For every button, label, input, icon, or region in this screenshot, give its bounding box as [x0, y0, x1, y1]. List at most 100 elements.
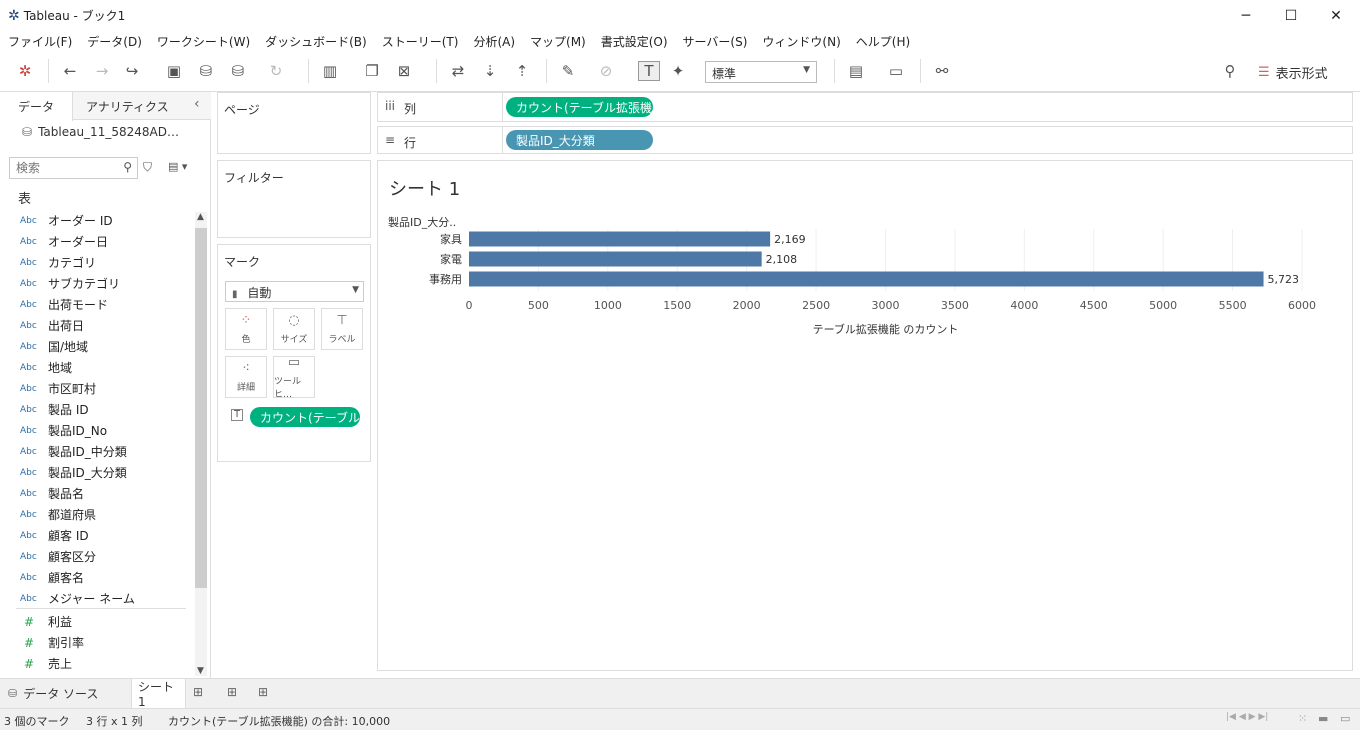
sort-ascending-icon[interactable]: ⇣: [480, 61, 500, 81]
tableau-home-icon[interactable]: ✲: [15, 61, 35, 81]
dimension-field[interactable]: Abc 製品ID_No: [20, 420, 107, 441]
undo-icon[interactable]: ←: [60, 61, 80, 81]
tooltip-button[interactable]: ▭ ツールヒ…: [273, 355, 315, 400]
view-options-icon[interactable]: ▤ ▾: [168, 160, 187, 173]
columns-pill[interactable]: カウント(テーブル拡張機..: [506, 97, 653, 117]
refresh-icon[interactable]: ↻: [266, 61, 286, 81]
dimension-field[interactable]: Abc メジャー ネーム: [20, 588, 135, 609]
dimension-field[interactable]: Abc オーダー日: [20, 231, 108, 252]
new-worksheet-tab-icon[interactable]: ⊞: [193, 685, 203, 699]
new-dashboard-tab-icon[interactable]: ⊞: [227, 685, 237, 699]
dimension-field[interactable]: Abc 市区町村: [20, 378, 96, 399]
menu-server[interactable]: サーバー(S): [683, 33, 748, 50]
dimension-field[interactable]: Abc サブカテゴリ: [20, 273, 120, 294]
maximize-button[interactable]: ☐: [1268, 0, 1314, 31]
collapse-pane-icon[interactable]: ‹: [194, 96, 200, 112]
label-button[interactable]: ⊤ ラベル: [321, 308, 363, 350]
columns-icon: iii: [385, 99, 396, 113]
dimension-field[interactable]: Abc 地域: [20, 357, 72, 378]
menu-dashboard[interactable]: ダッシュボード(B): [265, 33, 367, 50]
filmstrip-icon[interactable]: ▬: [1318, 712, 1328, 725]
dimension-field[interactable]: Abc 顧客名: [20, 567, 84, 588]
dimension-field[interactable]: Abc 製品ID_大分類: [20, 462, 127, 483]
menu-data[interactable]: データ(D): [87, 33, 142, 50]
dimension-field[interactable]: Abc 製品 ID: [20, 399, 89, 420]
detail-button[interactable]: ⁖ 詳細: [225, 356, 267, 398]
save-icon[interactable]: ▣: [164, 61, 184, 81]
duplicate-sheet-icon[interactable]: ❐: [362, 61, 382, 81]
dimension-field[interactable]: Abc 製品名: [20, 483, 84, 504]
mark-type-select[interactable]: ▮ 自動 ▼: [225, 281, 364, 302]
redo-icon[interactable]: →: [92, 61, 112, 81]
binoculars-icon[interactable]: ⚲: [1220, 61, 1240, 81]
color-icon: ⁘: [240, 313, 252, 328]
dimension-field[interactable]: Abc 顧客 ID: [20, 525, 89, 546]
filter-icon[interactable]: ⛉: [143, 160, 152, 175]
tab-datasource[interactable]: ⛁ データ ソース: [0, 679, 131, 708]
new-worksheet-icon[interactable]: ▥: [320, 61, 340, 81]
measure-field[interactable]: # 利益: [20, 611, 72, 632]
fit-select[interactable]: 標準 ▼: [705, 61, 817, 83]
show-me-button[interactable]: ☰ 表示形式: [1258, 63, 1328, 82]
close-button[interactable]: ✕: [1313, 0, 1359, 31]
menu-file[interactable]: ファイル(F): [8, 33, 72, 50]
menu-map[interactable]: マップ(M): [530, 33, 586, 50]
share-icon[interactable]: ⚯: [932, 61, 952, 81]
swap-rows-columns-icon[interactable]: ⇄: [448, 61, 468, 81]
measure-field[interactable]: # 売上: [20, 653, 72, 674]
pause-update-icon[interactable]: ⛁: [228, 61, 248, 81]
filters-shelf[interactable]: フィルター: [217, 160, 371, 238]
dimension-field[interactable]: Abc 出荷日: [20, 315, 84, 336]
show-labels-icon[interactable]: T: [638, 61, 660, 81]
datasource-item[interactable]: ⛁ Tableau_11_58248AD…: [22, 125, 179, 139]
pages-shelf[interactable]: ページ: [217, 92, 371, 154]
field-scrollbar[interactable]: ▲ ▼: [195, 212, 207, 676]
field-label: 利益: [48, 615, 73, 629]
menu-help[interactable]: ヘルプ(H): [856, 33, 910, 50]
new-story-tab-icon[interactable]: ⊞: [258, 685, 268, 699]
string-type-icon: Abc: [20, 593, 37, 604]
color-button[interactable]: ⁘ 色: [225, 308, 267, 350]
menu-window[interactable]: ウィンドウ(N): [762, 33, 840, 50]
minimize-button[interactable]: ─: [1223, 0, 1269, 31]
x-tick-label: 2500: [802, 299, 830, 312]
presentation-mode-icon[interactable]: ▭: [886, 61, 906, 81]
tabs-view-icon[interactable]: ▭: [1340, 712, 1350, 725]
dimension-field[interactable]: Abc 国/地域: [20, 336, 88, 357]
measure-field[interactable]: # 割引率: [20, 632, 84, 653]
dimension-field[interactable]: Abc 都道府県: [20, 504, 96, 525]
search-field[interactable]: ⚲: [9, 157, 138, 179]
menu-analysis[interactable]: 分析(A): [473, 33, 515, 50]
show-cards-icon[interactable]: ▤: [846, 61, 866, 81]
sheet-sorter-icon[interactable]: ⁙: [1298, 712, 1307, 725]
size-button[interactable]: ◌ サイズ: [273, 308, 315, 350]
fix-axes-icon[interactable]: ✦: [668, 61, 688, 81]
field-label: 顧客 ID: [48, 529, 89, 543]
tab-data[interactable]: データ: [0, 92, 73, 121]
group-icon[interactable]: ⊘: [596, 61, 616, 81]
marks-label-pill[interactable]: カウント(テーブル..: [250, 407, 360, 427]
dimension-field[interactable]: Abc カテゴリ: [20, 252, 96, 273]
x-tick-label: 4000: [1010, 299, 1038, 312]
new-datasource-icon[interactable]: ⛁: [196, 61, 216, 81]
rows-pill[interactable]: 製品ID_大分類: [506, 130, 653, 150]
show-me-icon: ☰: [1258, 65, 1270, 80]
dimension-field[interactable]: Abc 製品ID_中分類: [20, 441, 127, 462]
sort-descending-icon[interactable]: ⇡: [512, 61, 532, 81]
dimension-field[interactable]: Abc オーダー ID: [20, 210, 113, 231]
clear-sheet-icon[interactable]: ⊠: [394, 61, 414, 81]
tab-sheet-1[interactable]: シート 1: [131, 679, 186, 709]
replay-icon[interactable]: ↪: [122, 61, 142, 81]
dimension-field[interactable]: Abc 顧客区分: [20, 546, 96, 567]
rows-shelf[interactable]: ≡ 行 製品ID_大分類: [377, 126, 1353, 154]
columns-shelf[interactable]: iii 列 カウント(テーブル拡張機..: [377, 92, 1353, 122]
menu-format[interactable]: 書式設定(O): [601, 33, 668, 50]
search-input[interactable]: [10, 158, 110, 178]
sheet-navigation-icon[interactable]: |◀ ◀ ▶ ▶|: [1226, 712, 1268, 722]
tab-analytics[interactable]: アナリティクス: [74, 92, 181, 120]
dimension-field[interactable]: Abc 出荷モード: [20, 294, 108, 315]
menu-story[interactable]: ストーリー(T): [382, 33, 459, 50]
highlight-icon[interactable]: ✎: [558, 61, 578, 81]
menu-worksheet[interactable]: ワークシート(W): [157, 33, 250, 50]
category-label: 家具: [440, 232, 462, 246]
